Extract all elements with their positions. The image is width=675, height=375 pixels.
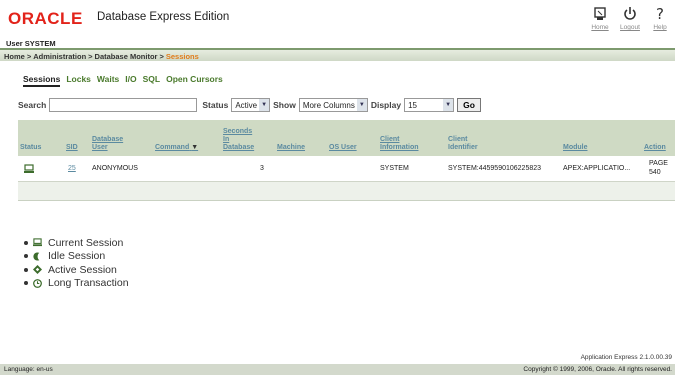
- status-select-value: Active: [235, 100, 258, 110]
- bullet: [24, 240, 28, 245]
- logout-link[interactable]: Logout: [619, 5, 641, 31]
- chevron-down-icon: ▼: [356, 99, 367, 111]
- tab-open-cursors[interactable]: Open Cursors: [166, 74, 223, 87]
- sessions-table: Status SID Database User Command ▼ Second…: [18, 120, 675, 201]
- tab-io[interactable]: I/O: [125, 74, 136, 87]
- filter-bar: Search Status Active ▼ Show More Columns…: [18, 98, 481, 112]
- cell-client-identifier: SYSTEM:4459590106225823: [448, 165, 542, 172]
- chevron-down-icon: ▼: [259, 99, 270, 111]
- cell-database-user: ANONYMOUS: [92, 165, 138, 172]
- breadcrumb-separator: >: [26, 52, 32, 61]
- go-button[interactable]: Go: [457, 98, 481, 112]
- tab-locks[interactable]: Locks: [66, 74, 91, 87]
- col-status: Status: [20, 144, 42, 151]
- svg-text:?: ?: [656, 5, 664, 23]
- tab-sql[interactable]: SQL: [143, 74, 160, 87]
- language-label: Language: en-us: [4, 366, 53, 373]
- active-session-icon: [33, 265, 42, 275]
- legend-label: Current Session: [48, 236, 124, 249]
- legend-label: Active Session: [48, 263, 117, 276]
- cell-action: PAGE 540: [649, 160, 668, 176]
- legend-item-active: Active Session: [24, 263, 129, 277]
- breadcrumb: Home > Administration > Database Monitor > Ses…: [0, 48, 675, 61]
- clock-icon: [33, 278, 42, 288]
- tab-sessions[interactable]: Sessions: [23, 74, 61, 87]
- idle-session-icon: [33, 252, 40, 261]
- sort-down-icon: ▼: [191, 144, 199, 151]
- display-label: Display: [370, 100, 402, 110]
- show-select[interactable]: More Columns ▼: [298, 98, 368, 112]
- display-select-value: 15: [408, 100, 417, 110]
- bullet: [24, 281, 28, 286]
- show-label: Show: [273, 100, 296, 110]
- app-header: ORACLE Database Express Edition Home Log…: [0, 0, 675, 38]
- breadcrumb-current: Sessions: [165, 52, 199, 61]
- col-command[interactable]: Command ▼: [155, 144, 198, 152]
- col-module[interactable]: Module: [563, 144, 588, 152]
- home-label: Home: [591, 24, 609, 31]
- table-row: 25 ANONYMOUS 3 SYSTEM SYSTEM:44595901062…: [18, 156, 675, 182]
- col-machine[interactable]: Machine: [277, 144, 305, 152]
- home-icon: [594, 7, 606, 20]
- col-client-identifier: Client Identifier: [448, 136, 478, 151]
- cell-client-information: SYSTEM: [380, 165, 409, 172]
- legend-label: Idle Session: [48, 250, 106, 263]
- help-label: Help: [653, 24, 667, 31]
- top-links: Home Logout ? Help: [589, 5, 671, 31]
- home-link[interactable]: Home: [589, 5, 611, 31]
- session-legend: Current Session Idle Session Active Sess…: [24, 236, 129, 290]
- col-client-information[interactable]: Client Information: [380, 136, 419, 152]
- app-version: Application Express 2.1.0.00.39: [580, 354, 672, 361]
- table-header: Status SID Database User Command ▼ Second…: [18, 120, 675, 156]
- current-session-icon: [24, 164, 34, 177]
- bullet: [24, 254, 28, 259]
- table-footer: [18, 182, 675, 201]
- breadcrumb-administration[interactable]: Administration: [33, 52, 86, 61]
- help-icon: ?: [656, 5, 664, 23]
- current-session-icon: [33, 238, 42, 247]
- breadcrumb-separator: >: [88, 52, 93, 61]
- copyright: Copyright © 1999, 2006, Oracle. All righ…: [523, 366, 672, 373]
- col-os-user[interactable]: OS User: [329, 144, 357, 152]
- breadcrumb-home[interactable]: Home: [4, 52, 25, 61]
- chevron-down-icon: ▼: [443, 99, 454, 111]
- status-select[interactable]: Active ▼: [231, 98, 271, 112]
- product-title: Database Express Edition: [97, 11, 230, 23]
- search-label: Search: [18, 100, 47, 110]
- session-sid-link[interactable]: 25: [68, 165, 76, 172]
- display-select[interactable]: 15 ▼: [404, 98, 455, 112]
- col-sid[interactable]: SID: [66, 144, 78, 152]
- monitor-tabs: Sessions Locks Waits I/O SQL Open Cursor…: [23, 74, 223, 87]
- status-label: Status: [202, 100, 229, 110]
- col-seconds-in-database[interactable]: Seconds In Database: [223, 128, 254, 152]
- search-input[interactable]: [49, 98, 198, 112]
- logout-icon: [624, 7, 636, 20]
- show-select-value: More Columns: [302, 100, 355, 110]
- legend-item-long-transaction: Long Transaction: [24, 277, 129, 291]
- col-action[interactable]: Action: [644, 144, 666, 152]
- cell-seconds: 3: [260, 165, 264, 172]
- legend-item-current: Current Session: [24, 236, 129, 250]
- legend-item-idle: Idle Session: [24, 250, 129, 264]
- current-user: User SYSTEM: [6, 39, 56, 48]
- help-link[interactable]: ? Help: [649, 5, 671, 31]
- footer-bar: Language: en-us Copyright © 1999, 2006, …: [0, 364, 675, 375]
- logout-label: Logout: [620, 24, 640, 31]
- legend-label: Long Transaction: [48, 277, 129, 290]
- tab-waits[interactable]: Waits: [97, 74, 119, 87]
- oracle-logo: ORACLE: [8, 9, 83, 28]
- bullet: [24, 267, 28, 272]
- breadcrumb-separator: >: [159, 52, 164, 61]
- breadcrumb-database-monitor[interactable]: Database Monitor: [95, 52, 158, 61]
- col-database-user[interactable]: Database User: [92, 136, 123, 152]
- cell-module: APEX:APPLICATIO...: [563, 165, 631, 172]
